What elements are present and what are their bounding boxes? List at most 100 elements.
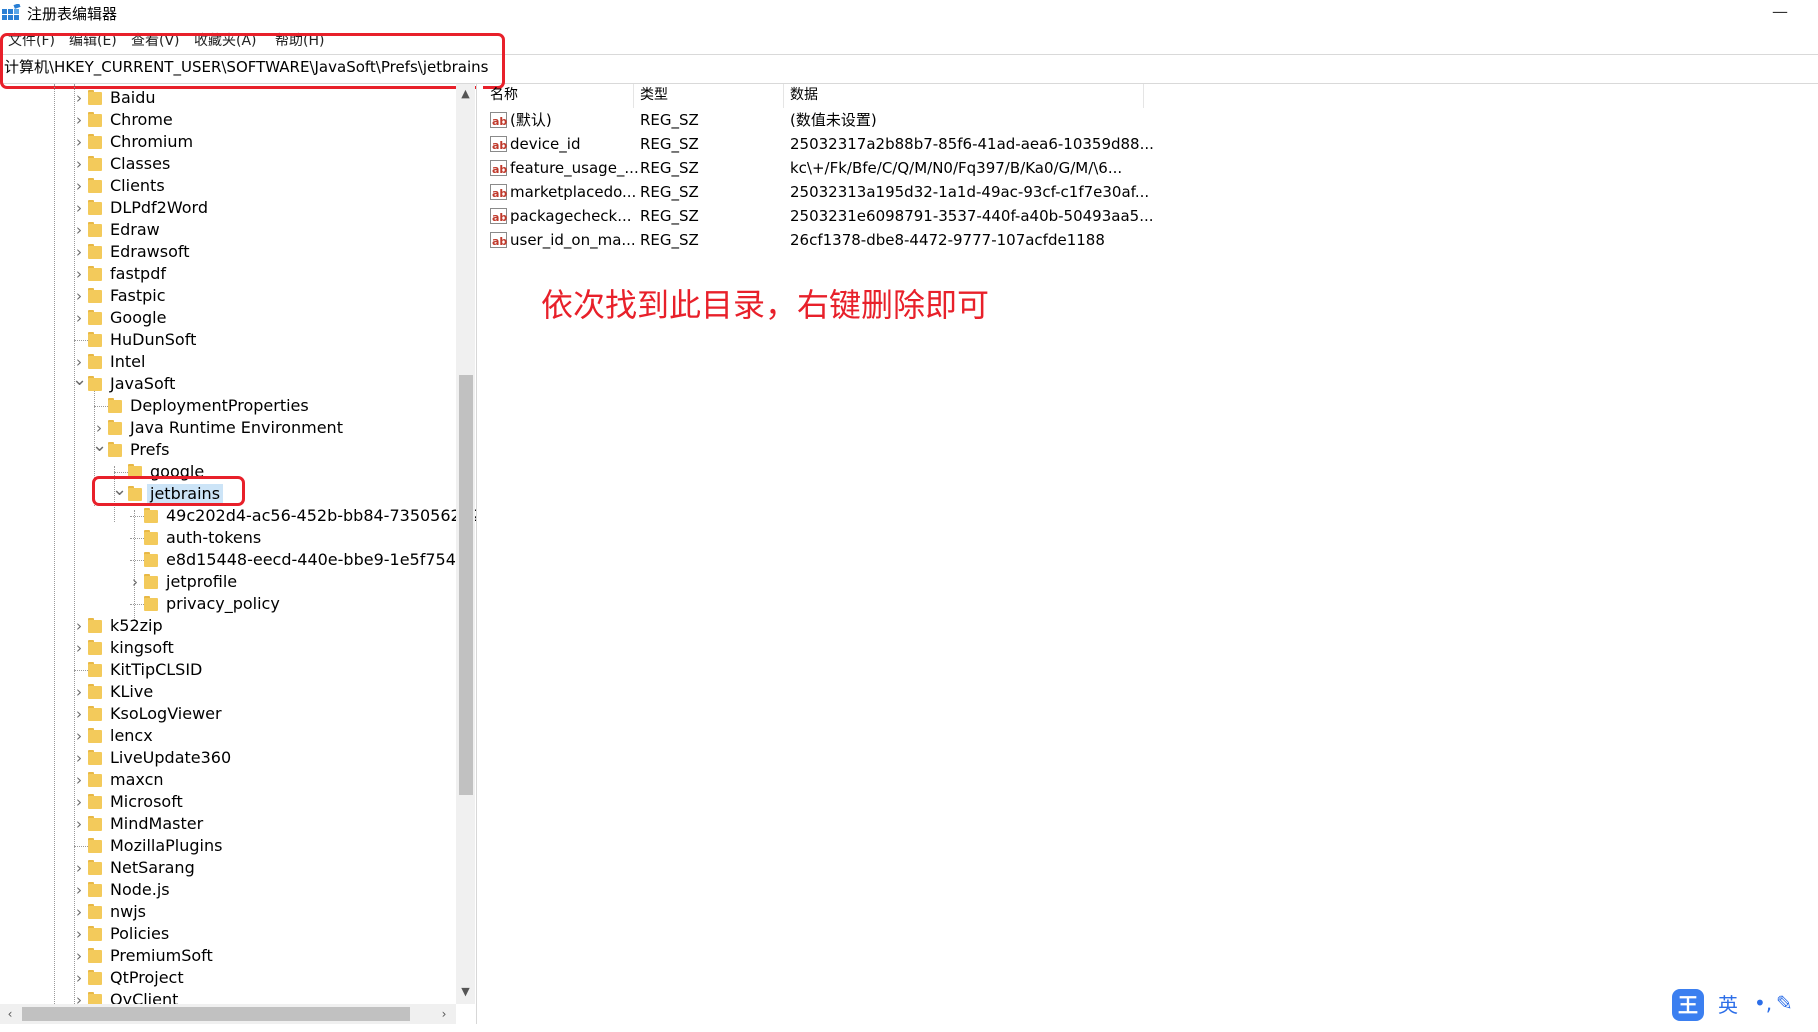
chevron-right-icon[interactable]: ›	[72, 747, 86, 769]
column-header-data[interactable]: 数据	[784, 84, 1144, 108]
scroll-up-icon[interactable]: ▲	[456, 86, 475, 102]
tree-node-label: MozillaPlugins	[110, 836, 223, 855]
tree-node[interactable]: › nwjs	[0, 901, 470, 923]
scroll-right-icon[interactable]: ›	[436, 1004, 452, 1024]
tree-node[interactable]: e8d15448-eecd-440e-bbe9-1e5f754d7	[0, 549, 476, 571]
tree-node[interactable]: › QtProject	[0, 967, 470, 989]
chevron-right-icon[interactable]: ›	[72, 175, 86, 197]
chevron-right-icon[interactable]: ›	[72, 153, 86, 175]
tree-node[interactable]: › Node.js	[0, 879, 470, 901]
tree-node[interactable]: HuDunSoft	[0, 329, 470, 351]
chevron-right-icon[interactable]: ›	[72, 615, 86, 637]
tree-node[interactable]: › Chromium	[0, 131, 470, 153]
chevron-right-icon[interactable]: ›	[72, 219, 86, 241]
value-row[interactable]: ab feature_usage_... REG_SZ kc\+/Fk/Bfe/C/Q…	[484, 156, 1144, 180]
ime-punctuation-icon[interactable]: •,	[1754, 989, 1772, 1017]
minimize-button[interactable]: —	[1760, 2, 1800, 26]
tree-node[interactable]: › LiveUpdate360	[0, 747, 470, 769]
column-header-type[interactable]: 类型	[634, 84, 784, 108]
chevron-right-icon[interactable]: ›	[72, 87, 86, 109]
tree-node[interactable]: privacy_policy	[0, 593, 470, 615]
chevron-right-icon[interactable]: ›	[72, 681, 86, 703]
tree-node[interactable]: › Fastpic	[0, 285, 470, 307]
chevron-right-icon[interactable]: ›	[72, 901, 86, 923]
value-row[interactable]: ab (默认) REG_SZ (数值未设置)	[484, 108, 1144, 132]
chevron-right-icon[interactable]: ›	[72, 769, 86, 791]
chevron-right-icon[interactable]: ›	[72, 967, 86, 989]
tree-node[interactable]: › fastpdf	[0, 263, 470, 285]
chevron-right-icon[interactable]: ›	[128, 571, 142, 593]
tree-node[interactable]: › Classes	[0, 153, 470, 175]
tree-node[interactable]: › MindMaster	[0, 813, 470, 835]
tree-node[interactable]: › PremiumSoft	[0, 945, 470, 967]
tree-node[interactable]: › maxcn	[0, 769, 470, 791]
ime-handwriting-icon[interactable]: ✎	[1776, 989, 1793, 1017]
tree-node[interactable]: › Intel	[0, 351, 470, 373]
chevron-right-icon[interactable]: ›	[72, 725, 86, 747]
tree-node[interactable]: › k52zip	[0, 615, 470, 637]
value-data: 25032317a2b88b7-85f6-41ad-aea6-10359d88.…	[790, 135, 1154, 153]
ime-toolbar[interactable]: 王 英 •, ✎	[1668, 985, 1818, 1025]
tree-node[interactable]: 49c202d4-ac56-452b-bb84-735056242	[0, 505, 476, 527]
tree-node[interactable]: MozillaPlugins	[0, 835, 470, 857]
key-tree[interactable]: › Baidu › Chrome › Chromium › Classes › Clients › D…	[0, 84, 477, 1024]
tree-node[interactable]: › lencx	[0, 725, 470, 747]
string-value-icon-glyph: ab	[492, 235, 508, 248]
tree-node[interactable]: › Edraw	[0, 219, 470, 241]
value-row[interactable]: ab device_id REG_SZ 25032317a2b88b7-85f6-41…	[484, 132, 1154, 156]
tree-node-label: privacy_policy	[166, 594, 280, 613]
tree-node[interactable]: › KLive	[0, 681, 470, 703]
tree-node-label: JavaSoft	[110, 374, 176, 393]
ime-logo-icon[interactable]: 王	[1672, 989, 1704, 1021]
chevron-right-icon[interactable]: ›	[72, 813, 86, 835]
folder-icon	[88, 794, 102, 809]
chevron-right-icon[interactable]: ›	[72, 197, 86, 219]
tree-node[interactable]: › kingsoft	[0, 637, 470, 659]
tree-node[interactable]: › Clients	[0, 175, 470, 197]
value-data: (数值未设置)	[790, 111, 877, 129]
tree-node[interactable]: › Google	[0, 307, 470, 329]
tree-node[interactable]: ⌄ Prefs	[0, 437, 470, 461]
scroll-down-icon[interactable]: ▼	[456, 984, 475, 1000]
string-value-icon-glyph: ab	[492, 139, 508, 152]
tree-node[interactable]: › NetSarang	[0, 857, 470, 879]
chevron-right-icon[interactable]: ›	[72, 703, 86, 725]
chevron-right-icon[interactable]: ›	[72, 109, 86, 131]
chevron-down-icon[interactable]: ⌄	[92, 437, 107, 461]
value-row[interactable]: ab user_id_on_ma... REG_SZ 26cf1378-dbe8-44…	[484, 228, 1144, 252]
chevron-right-icon[interactable]: ›	[72, 285, 86, 307]
tree-node[interactable]: KitTipCLSID	[0, 659, 470, 681]
chevron-right-icon[interactable]: ›	[72, 241, 86, 263]
tree-node[interactable]: › Baidu	[0, 87, 470, 109]
value-row[interactable]: ab marketplacedo... REG_SZ 25032313a195d32-…	[484, 180, 1149, 204]
tree-node[interactable]: › Policies	[0, 923, 470, 945]
scroll-left-icon[interactable]: ‹	[2, 1004, 18, 1024]
ime-language-mode[interactable]: 英	[1718, 991, 1738, 1019]
chevron-right-icon[interactable]: ›	[72, 791, 86, 813]
tree-node[interactable]: auth-tokens	[0, 527, 470, 549]
tree-node[interactable]: › Microsoft	[0, 791, 470, 813]
tree-node[interactable]: › DLPdf2Word	[0, 197, 470, 219]
chevron-right-icon[interactable]: ›	[72, 945, 86, 967]
chevron-down-icon[interactable]: ⌄	[72, 371, 87, 395]
tree-node[interactable]: › Chrome	[0, 109, 470, 131]
tree-node[interactable]: › jetprofile	[0, 571, 470, 593]
chevron-right-icon[interactable]: ›	[72, 307, 86, 329]
chevron-right-icon[interactable]: ›	[72, 857, 86, 879]
tree-node[interactable]: DeploymentProperties	[0, 395, 470, 417]
tree-vertical-scroll-thumb[interactable]	[459, 375, 473, 795]
column-header-name[interactable]: 名称	[484, 84, 634, 108]
value-row[interactable]: ab packagecheck... REG_SZ 2503231e6098791-3…	[484, 204, 1154, 228]
chevron-right-icon[interactable]: ›	[72, 879, 86, 901]
chevron-right-icon[interactable]: ›	[72, 637, 86, 659]
tree-node[interactable]: › KsoLogViewer	[0, 703, 470, 725]
chevron-right-icon[interactable]: ›	[72, 923, 86, 945]
pane-splitter[interactable]	[476, 84, 483, 1024]
chevron-right-icon[interactable]: ›	[72, 263, 86, 285]
chevron-right-icon[interactable]: ›	[72, 131, 86, 153]
value-name: (默认)	[510, 111, 552, 129]
tree-node[interactable]: ⌄ JavaSoft	[0, 371, 470, 395]
tree-horizontal-scroll-thumb[interactable]	[22, 1007, 410, 1021]
tree-node[interactable]: › Edrawsoft	[0, 241, 470, 263]
tree-node[interactable]: › Java Runtime Environment	[0, 417, 470, 439]
